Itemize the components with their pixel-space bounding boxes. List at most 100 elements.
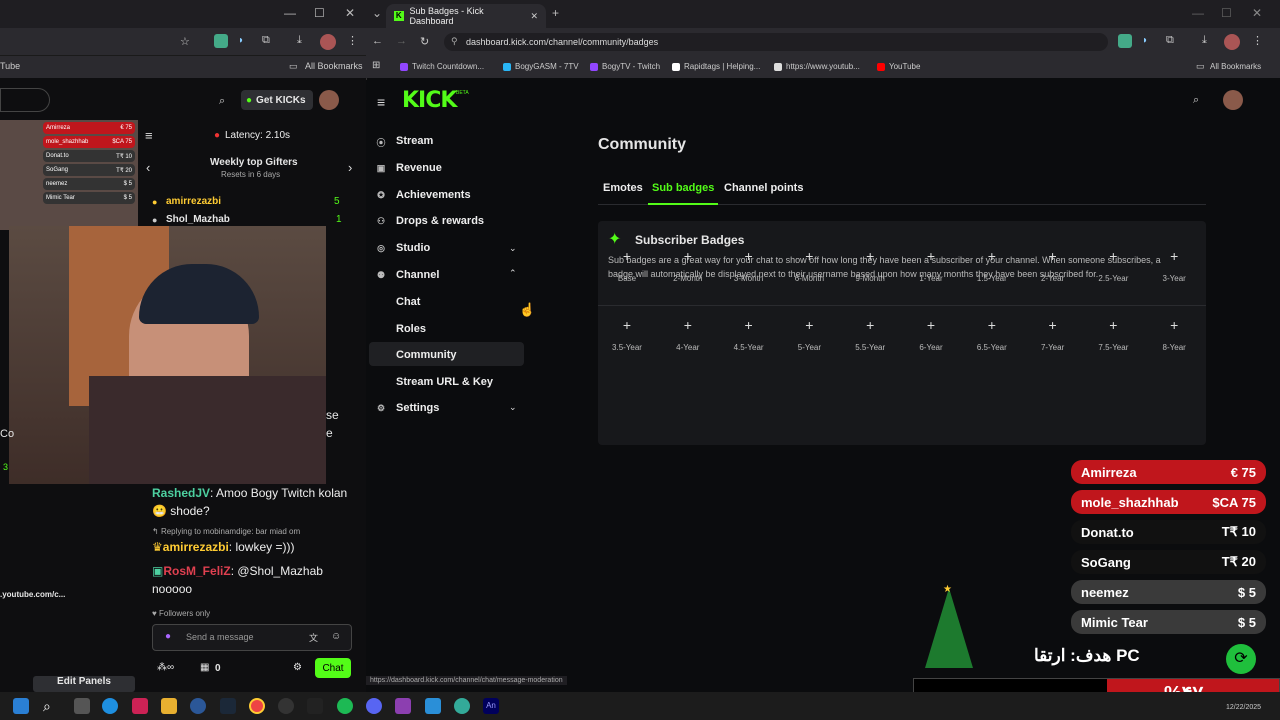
menu-icon[interactable]: ⋮ xyxy=(1252,34,1263,47)
nav-studio[interactable]: ◎ Studio xyxy=(376,242,430,254)
avatar[interactable] xyxy=(1224,34,1240,50)
copilot-icon[interactable] xyxy=(132,698,148,714)
close-button[interactable]: ✕ xyxy=(1252,6,1262,20)
translate-icon[interactable]: 文 xyxy=(309,631,318,644)
search-icon[interactable]: ⌕ xyxy=(1193,94,1199,107)
puzzle-icon[interactable]: ⧉ xyxy=(1166,34,1174,47)
nav-channel[interactable]: ⚉ Channel xyxy=(376,269,439,281)
gifter-name[interactable]: amirrezazbi xyxy=(166,196,221,207)
app-icon[interactable] xyxy=(307,698,323,714)
badge-slot[interactable]: +6-Month xyxy=(784,248,834,283)
spotify-icon[interactable] xyxy=(337,698,353,714)
add-icon[interactable]: + xyxy=(906,317,956,339)
edge-icon[interactable] xyxy=(102,698,118,714)
add-icon[interactable]: + xyxy=(1088,248,1138,270)
add-icon[interactable]: + xyxy=(724,317,774,339)
app-icon[interactable] xyxy=(454,698,470,714)
badge-slot[interactable]: +1-Year xyxy=(906,248,956,283)
avatar[interactable] xyxy=(1223,90,1243,110)
reload-icon[interactable]: ↻ xyxy=(420,35,429,48)
add-icon[interactable]: + xyxy=(967,317,1017,339)
chat-input[interactable]: ● Send a message 文 ☺ xyxy=(152,624,352,651)
steam-icon[interactable] xyxy=(220,698,236,714)
rider-icon[interactable] xyxy=(395,698,411,714)
search-icon[interactable]: ⌕ xyxy=(219,95,225,108)
badge-slot[interactable]: +3-Month xyxy=(724,248,774,283)
extension-icon[interactable] xyxy=(214,34,228,48)
download-icon[interactable]: ⤓ xyxy=(297,34,302,47)
bookmark-item[interactable]: BogyGASM - 7TV xyxy=(503,62,579,71)
all-bookmarks[interactable]: All Bookmarks xyxy=(305,61,363,71)
nav-community[interactable]: Community xyxy=(396,349,457,361)
minimize-button[interactable]: — xyxy=(1192,6,1204,20)
puzzle-icon[interactable]: ⧉ xyxy=(262,34,270,47)
close-button[interactable]: ✕ xyxy=(345,6,355,20)
star-icon[interactable]: ☆ xyxy=(180,35,190,48)
add-icon[interactable]: + xyxy=(1149,317,1199,339)
add-icon[interactable]: + xyxy=(784,317,834,339)
nav-drops[interactable]: ⚇ Drops & rewards xyxy=(376,215,484,227)
add-icon[interactable]: + xyxy=(602,317,652,339)
bookmark-item[interactable]: BogyTV - Twitch xyxy=(590,62,660,71)
tab-sub-badges[interactable]: K Sub Badges - Kick Dashboard ✕ xyxy=(386,4,546,28)
minimize-button[interactable]: — xyxy=(284,6,296,20)
badge-slot[interactable]: +4-Year xyxy=(663,317,713,352)
badge-slot[interactable]: +3.5-Year xyxy=(602,317,652,352)
badge-slot[interactable]: +5.5-Year xyxy=(845,317,895,352)
word-icon[interactable] xyxy=(190,698,206,714)
gear-icon[interactable]: ⚙ xyxy=(293,662,302,673)
badge-slot[interactable]: +1.5-Year xyxy=(967,248,1017,283)
all-bookmarks[interactable]: All Bookmarks xyxy=(1210,62,1261,71)
avatar[interactable] xyxy=(320,34,336,50)
tab-emotes[interactable]: Emotes xyxy=(603,182,643,194)
kick-logo[interactable]: KICK xyxy=(402,88,457,113)
badge-slot[interactable]: +2-Year xyxy=(1028,248,1078,283)
add-icon[interactable]: + xyxy=(845,317,895,339)
download-icon[interactable]: ⤓ xyxy=(1202,34,1207,47)
url-input[interactable]: ⚲ dashboard.kick.com/channel/community/b… xyxy=(444,33,1108,51)
add-icon[interactable]: + xyxy=(663,248,713,270)
chat-username[interactable]: amirrezazbi xyxy=(163,540,229,554)
points-icon[interactable]: ⁂∞ xyxy=(157,662,174,673)
bookmark-item[interactable]: Twitch Countdown... xyxy=(400,62,484,71)
chevron-down-icon[interactable]: ⌄ xyxy=(509,402,517,413)
add-icon[interactable]: + xyxy=(845,248,895,270)
collapse-chat-icon[interactable]: ≡ xyxy=(145,128,153,143)
badge-slot[interactable]: +5-Year xyxy=(784,317,834,352)
badge-slot[interactable]: + Base xyxy=(602,248,652,283)
chat-username[interactable]: RashedJV xyxy=(152,486,210,500)
emoji-icon[interactable]: ☺ xyxy=(331,631,341,642)
tab-channel-points[interactable]: Channel points xyxy=(724,182,803,194)
obs-icon[interactable] xyxy=(278,698,294,714)
badge-slot[interactable]: +3-Year xyxy=(1149,248,1199,283)
chat-username[interactable]: RosM_FeliZ xyxy=(163,564,230,578)
gifter-name[interactable]: Shol_Mazhab xyxy=(166,214,230,225)
add-icon[interactable]: + xyxy=(784,248,834,270)
add-icon[interactable]: + xyxy=(906,248,956,270)
chat-send-button[interactable]: Chat xyxy=(315,658,351,678)
maximize-button[interactable]: ☐ xyxy=(1221,6,1232,20)
add-icon[interactable]: + xyxy=(1028,317,1078,339)
badge-slot[interactable]: +6-Year xyxy=(906,317,956,352)
badge-slot[interactable]: +7.5-Year xyxy=(1088,317,1138,352)
animate-icon[interactable]: An xyxy=(483,698,499,714)
add-icon[interactable]: + xyxy=(724,248,774,270)
chevron-down-icon[interactable]: ⌄ xyxy=(509,243,517,254)
search-input[interactable] xyxy=(0,88,50,112)
tab-list-icon[interactable]: ⌄ xyxy=(372,6,382,20)
windows-start-icon[interactable] xyxy=(13,698,29,714)
extension-icon[interactable]: ◗ xyxy=(1142,35,1148,46)
bookmark-partial[interactable]: Tube xyxy=(0,61,20,71)
store-icon[interactable]: ▦ xyxy=(200,662,209,673)
avatar[interactable] xyxy=(319,90,339,110)
bookmark-item[interactable]: https://www.youtub... xyxy=(774,62,860,71)
badge-slot[interactable]: +8-Year xyxy=(1149,317,1199,352)
menu-icon[interactable]: ⋮ xyxy=(347,34,358,47)
badge-slot[interactable]: +7-Year xyxy=(1028,317,1078,352)
badge-slot[interactable]: +6.5-Year xyxy=(967,317,1017,352)
search-icon[interactable]: ⌕ xyxy=(43,698,59,714)
apps-icon[interactable]: ⊞ xyxy=(372,60,380,71)
discord-icon[interactable] xyxy=(366,698,382,714)
file-explorer-icon[interactable] xyxy=(161,698,177,714)
hamburger-menu-icon[interactable]: ≡ xyxy=(377,94,385,110)
